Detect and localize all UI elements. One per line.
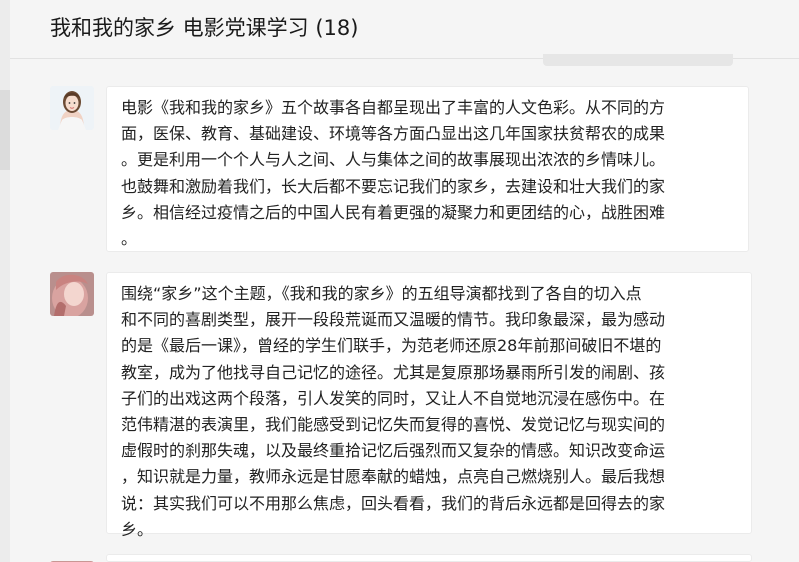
message-text-line: 。 bbox=[121, 229, 138, 249]
chat-message: 围绕“家乡”这个主题，《我和我的家乡》的五组导演都找到了各自的切入点 和不同的喜… bbox=[0, 272, 799, 539]
message-text-line: 。更是利用一个个人与人之间、人与集体之间的故事展现出浓浓的乡情味儿。 bbox=[121, 150, 666, 170]
message-text-line: 面，医保、教育、基础建设、环境等各方面凸显出这几年国家扶贫帮农的成果 bbox=[121, 124, 666, 144]
pink-hair-avatar[interactable] bbox=[50, 272, 94, 316]
message-text-line: 和不同的喜剧类型，展开一段段荒诞而又温暖的情节。我印象最深，最为感动 bbox=[121, 310, 666, 330]
message-bubble[interactable]: 围绕“家乡”这个主题，《我和我的家乡》的五组导演都找到了各自的切入点 和不同的喜… bbox=[106, 272, 752, 539]
message-text-line: ，知识就是力量，教师永远是甘愿奉献的蜡烛，点亮自己燃烧别人。最后我想 bbox=[121, 467, 666, 487]
message-bubble[interactable] bbox=[106, 554, 752, 562]
message-text-line: 虚假时的刹那失魂，以及最终重拾记忆后强烈而又复杂的情感。知识改变命运 bbox=[121, 441, 666, 461]
message-text-line: 乡。相信经过疫情之后的中国人民有着更强的凝聚力和更团结的心，战胜困难 bbox=[121, 202, 666, 222]
message-text-line: 乡。 bbox=[121, 519, 154, 539]
message-text-line: 也鼓舞和激励着我们，长大后都不要忘记我们的家乡，去建设和壮大我们的家 bbox=[121, 176, 666, 196]
message-text-line: 说：其实我们可以不用那么焦虑，回头看看，我们的背后永远都是回得去的家 bbox=[121, 493, 666, 513]
chat-message bbox=[0, 554, 799, 562]
chat-title: 我和我的家乡 电影党课学习 (18) bbox=[50, 16, 359, 40]
header-tab-pill[interactable] bbox=[543, 54, 733, 66]
message-text-line: 电影《我和我的家乡》五个故事各自都呈现出了丰富的人文色彩。从不同的方 bbox=[121, 98, 666, 117]
chat-header: 我和我的家乡 电影党课学习 (18) bbox=[10, 0, 799, 66]
message-text-line: 的是《最后一课》，曾经的学生们联手，为范老师还原28年前那间破旧不堪的 bbox=[121, 336, 662, 356]
pink-hair-avatar[interactable] bbox=[50, 554, 94, 562]
message-text-line: 教室，成为了他找寻自己记忆的途径。尤其是复原那场暴雨所引发的闹剧、孩 bbox=[121, 362, 666, 382]
message-text-line: 围绕“家乡”这个主题，《我和我的家乡》的五组导演都找到了各自的切入点 bbox=[121, 284, 642, 303]
message-bubble[interactable]: 电影《我和我的家乡》五个故事各自都呈现出了丰富的人文色彩。从不同的方 面，医保、… bbox=[106, 86, 749, 252]
woman-portrait-avatar[interactable] bbox=[50, 86, 94, 130]
chat-message: 电影《我和我的家乡》五个故事各自都呈现出了丰富的人文色彩。从不同的方 面，医保、… bbox=[0, 86, 799, 252]
message-text-line: 子们的出戏这两个段落，引人发笑的同时，又让人不自觉地沉浸在感伤中。在 bbox=[121, 388, 666, 408]
message-text-line: 范伟精湛的表演里，我们能感受到记忆失而复得的喜悦、发觉记忆与现实间的 bbox=[121, 415, 666, 435]
